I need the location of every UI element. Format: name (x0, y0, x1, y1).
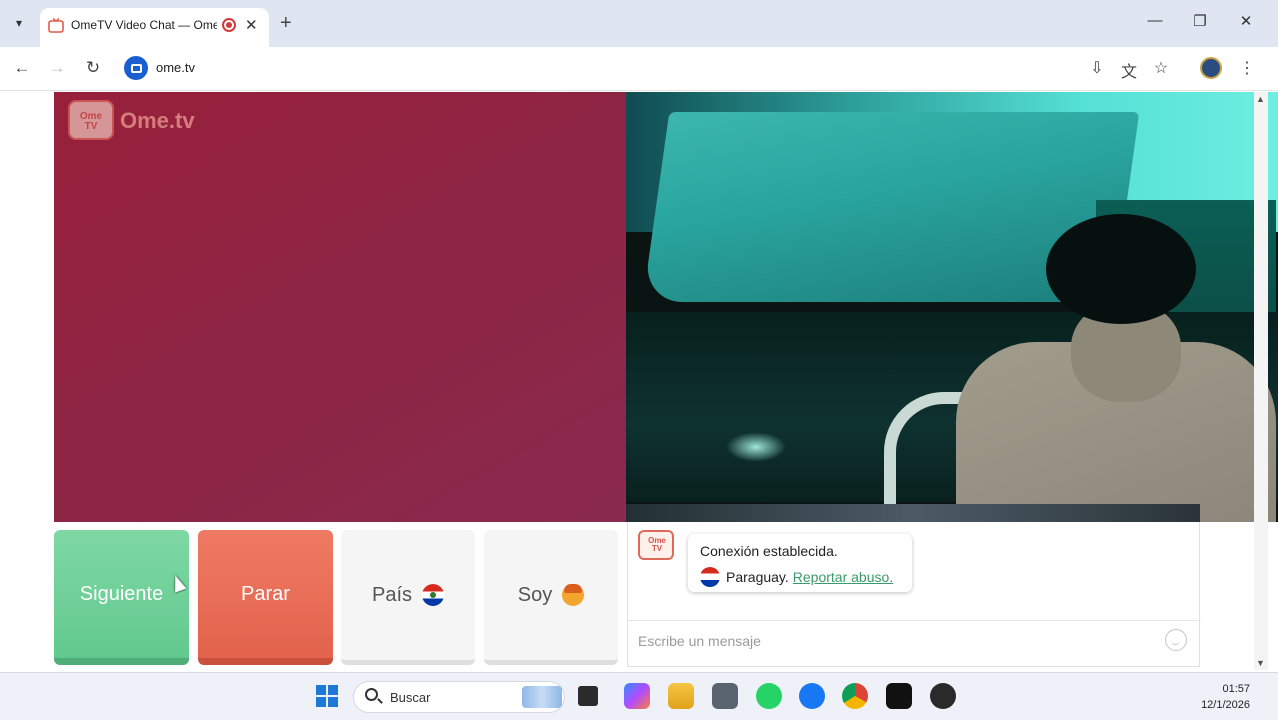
tv-logo-icon: Ome TV (68, 100, 114, 140)
new-tab-button[interactable]: + (280, 12, 292, 35)
forward-icon[interactable]: → (47, 58, 67, 78)
restore-icon[interactable]: ❐ (1188, 12, 1212, 30)
country-name: Paraguay. (726, 569, 789, 585)
taskbar-search[interactable]: Buscar (353, 681, 565, 713)
page-scrollbar[interactable] (1254, 92, 1268, 670)
next-button[interactable]: Siguiente (54, 530, 189, 665)
task-view-icon[interactable] (578, 686, 598, 706)
logo-text: Ome.tv (120, 108, 195, 133)
facebook-icon[interactable] (799, 683, 825, 709)
country-button[interactable]: País (341, 530, 475, 665)
file-explorer-icon[interactable] (668, 683, 694, 709)
paraguay-flag-icon (700, 567, 720, 587)
translate-icon[interactable]: 文 (1118, 58, 1140, 82)
chrome-icon[interactable] (842, 683, 868, 709)
chat-panel: Ome TV Conexión establecida. Paraguay. R… (627, 522, 1201, 667)
video-floor-shine (726, 432, 786, 462)
camera-icon[interactable] (712, 683, 738, 709)
windows-taskbar: Buscar 01:57 12/1/2026 (0, 672, 1278, 720)
stop-button[interactable]: Parar (198, 530, 333, 665)
install-app-icon[interactable]: ⇩ (1086, 58, 1108, 78)
video-person-cap (1046, 214, 1196, 324)
chat-ometv-logo-icon: Ome TV (638, 530, 674, 560)
tab-search-chevron-icon[interactable]: ▾ (8, 12, 30, 34)
ometv-logo: Ome TV Ome.tv (68, 100, 208, 140)
obs-icon[interactable] (930, 683, 956, 709)
emoji-picker-icon[interactable] (1165, 629, 1187, 651)
reload-icon[interactable]: ↻ (83, 58, 103, 78)
remote-video (626, 92, 1278, 522)
report-abuse-link[interactable]: Reportar abuso. (793, 569, 893, 585)
scroll-down-icon[interactable]: ▼ (1256, 658, 1265, 668)
windows-start-icon[interactable] (316, 685, 338, 707)
video-bottom-strip (626, 504, 1200, 522)
close-window-icon[interactable]: ✕ (1234, 12, 1258, 30)
scroll-up-icon[interactable]: ▲ (1256, 94, 1265, 104)
clock-time: 01:57 (1222, 683, 1250, 695)
local-video: Ome TV Ome.tv (54, 92, 626, 522)
menu-kebab-icon[interactable]: ⋮ (1236, 58, 1258, 78)
connection-status: Conexión establecida. (700, 543, 838, 559)
partner-country: Paraguay. Reportar abuso. (700, 567, 893, 587)
profile-avatar[interactable] (1200, 57, 1222, 79)
site-info-icon[interactable] (124, 56, 148, 80)
kick-icon[interactable] (886, 683, 912, 709)
page-content: Ome TV Ome.tv Siguiente Parar País Soy O… (0, 92, 1278, 670)
boy-emoji-icon (562, 584, 585, 606)
close-tab-icon[interactable]: ✕ (245, 16, 258, 34)
message-input[interactable] (638, 629, 1158, 653)
bookmark-star-icon[interactable]: ☆ (1150, 58, 1172, 78)
message-input-area (628, 620, 1201, 660)
search-highlight-image (522, 686, 562, 708)
browser-toolbar: ← → ↻ ome.tv ⇩ 文 ☆ ⋮ (0, 47, 1278, 91)
url-text: ome.tv (156, 60, 196, 75)
active-tab[interactable]: OmeTV Video Chat — Ome ✕ (40, 8, 269, 47)
copilot-icon[interactable] (624, 683, 650, 709)
tab-title: OmeTV Video Chat — Ome (71, 18, 217, 32)
gender-button[interactable]: Soy (484, 530, 618, 665)
search-label: Buscar (390, 690, 431, 705)
minimize-icon[interactable]: — (1143, 12, 1167, 29)
tab-strip: ▾ OmeTV Video Chat — Ome ✕ + — ❐ ✕ (0, 0, 1278, 47)
whatsapp-icon[interactable] (756, 683, 782, 709)
clock-date: 12/1/2026 (1201, 699, 1250, 711)
search-icon (365, 688, 378, 701)
paraguay-flag-icon (422, 584, 445, 606)
back-icon[interactable]: ← (12, 58, 32, 78)
system-clock[interactable]: 01:57 12/1/2026 (1190, 681, 1250, 713)
ometv-favicon-icon (48, 18, 64, 33)
system-message: Conexión establecida. Paraguay. Reportar… (688, 534, 912, 592)
recording-indicator-icon (222, 18, 236, 32)
